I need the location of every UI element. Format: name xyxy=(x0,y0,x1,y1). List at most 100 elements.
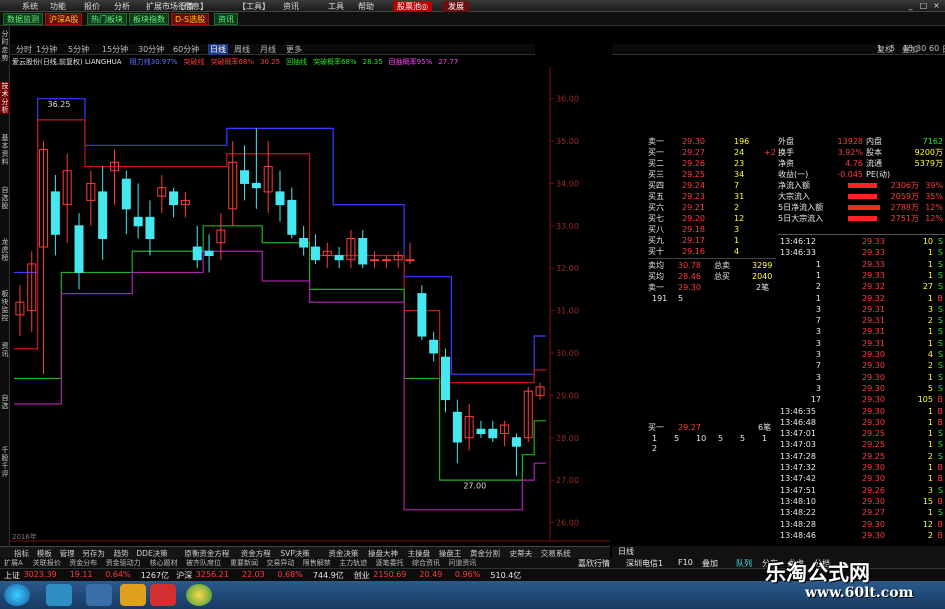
tick-row[interactable]: 3 29.31 3 S xyxy=(778,305,945,316)
kline-chart[interactable]: 36.00 35.00 34.00 33.00 32.00 31.00 30.00 29.00… xyxy=(10,67,610,542)
info-tab-5[interactable]: 被齐队席位 xyxy=(186,558,221,568)
candle-body[interactable] xyxy=(98,191,108,240)
period-tab-4[interactable]: 30分钟 xyxy=(138,44,164,55)
toolbar-button-4[interactable]: D-S选股 xyxy=(171,13,210,25)
tick-row[interactable]: 13:46:33 29.33 1 S xyxy=(778,248,945,259)
candle-body[interactable] xyxy=(381,259,391,262)
toolbar-button-0[interactable]: 数据监测 xyxy=(3,13,43,25)
left-tab-5[interactable]: 板块监控 xyxy=(0,290,10,322)
menu-item-0[interactable]: 系统 xyxy=(22,1,38,12)
candle-body[interactable] xyxy=(145,216,155,240)
info-tab-1[interactable]: 关联报价 xyxy=(33,558,61,568)
period-tab-7[interactable]: 周线 xyxy=(234,44,250,55)
candle-body[interactable] xyxy=(488,428,498,439)
tick-row[interactable]: 13:46:48 29.30 1 B xyxy=(778,418,945,429)
tick-row[interactable]: 3 29.30 5 S xyxy=(778,384,945,395)
candle-body[interactable] xyxy=(169,191,179,206)
candle-body[interactable] xyxy=(204,250,214,256)
candle-body[interactable] xyxy=(74,225,84,273)
info-tab-0[interactable]: 扩展A xyxy=(4,558,23,568)
tick-row[interactable]: 13:46:12 29.33 10 S xyxy=(778,237,945,248)
info-tab-6[interactable]: 重要新闻 xyxy=(230,558,258,568)
left-tab-1[interactable]: 技术分析 xyxy=(0,82,10,114)
info-tab-2[interactable]: 资金分布 xyxy=(69,558,97,568)
menu-promo[interactable]: 股票池◎ xyxy=(393,1,432,12)
candle-body[interactable] xyxy=(133,216,143,227)
left-tab-4[interactable]: 龙虎榜 xyxy=(0,238,10,262)
period-tab-9[interactable]: 更多 xyxy=(286,44,302,55)
info-tab-3[interactable]: 资金驱动力 xyxy=(106,558,141,568)
period-tab-5[interactable]: 60分钟 xyxy=(173,44,199,55)
tick-row[interactable]: 3 29.31 1 S xyxy=(778,327,945,338)
tick-row[interactable]: 13:47:03 29.25 1 S xyxy=(778,440,945,451)
tick-row[interactable]: 13:47:28 29.25 2 S xyxy=(778,452,945,463)
stock-app-icon[interactable] xyxy=(150,584,176,606)
menu-item-8[interactable]: 工具 xyxy=(328,1,344,12)
info-tab-9[interactable]: 主力轨迹 xyxy=(339,558,367,568)
candle-body[interactable] xyxy=(251,182,261,189)
info-tab-7[interactable]: 交易异动 xyxy=(266,558,294,568)
close-icon[interactable]: × xyxy=(931,0,942,11)
period-tab-6[interactable]: 日线 xyxy=(208,44,228,55)
candle-body[interactable] xyxy=(370,259,380,262)
candle-body[interactable] xyxy=(429,339,439,354)
candle-body[interactable] xyxy=(275,191,285,206)
start-button-icon[interactable] xyxy=(4,584,30,606)
tick-row[interactable]: 7 29.30 2 S xyxy=(778,361,945,372)
ie-icon[interactable] xyxy=(46,584,72,606)
menu-item-9[interactable]: 帮助 xyxy=(358,1,374,12)
tick-row[interactable]: 3 29.31 1 S xyxy=(778,339,945,350)
candle-body[interactable] xyxy=(511,437,521,447)
app-icon[interactable] xyxy=(120,584,146,606)
left-tab-2[interactable]: 基本资料 xyxy=(0,134,10,166)
candle-body[interactable] xyxy=(310,246,320,261)
tick-row[interactable]: 1 29.33 1 S xyxy=(778,260,945,271)
candle-body[interactable] xyxy=(334,254,344,261)
toolbar-button-5[interactable]: 资讯 xyxy=(214,13,238,25)
right-tool-4[interactable]: 60 xyxy=(929,44,939,53)
period-tab-1[interactable]: 1分钟 xyxy=(36,44,57,55)
menu-item-7[interactable]: 资讯 xyxy=(283,1,299,12)
left-tab-7[interactable]: 自选 xyxy=(0,394,10,410)
candle-body[interactable] xyxy=(121,178,131,210)
info-tab-4[interactable]: 核心题材 xyxy=(150,558,178,568)
left-tab-6[interactable]: 资讯 xyxy=(0,342,10,358)
candle-body[interactable] xyxy=(476,428,486,435)
tick-row[interactable]: 13:46:35 29.30 1 B xyxy=(778,407,945,418)
left-tab-3[interactable]: 自选股 xyxy=(0,186,10,210)
minimize-icon[interactable]: _ xyxy=(905,0,916,11)
tick-row[interactable]: 13:48:28 29.30 12 B xyxy=(778,520,945,531)
period-tab-8[interactable]: 月线 xyxy=(260,44,276,55)
switch-0[interactable]: F10 xyxy=(678,558,693,567)
candle-body[interactable] xyxy=(287,199,297,235)
info-tab-12[interactable]: 问道资讯 xyxy=(448,558,476,568)
candle-body[interactable] xyxy=(192,246,202,261)
maximize-icon[interactable]: □ xyxy=(918,0,929,11)
info-tab-8[interactable]: 限售解禁 xyxy=(303,558,331,568)
tick-row[interactable]: 13:48:10 29.30 15 B xyxy=(778,497,945,508)
right-tool-9[interactable]: 叠加 xyxy=(902,44,918,55)
tick-row[interactable]: 7 29.31 2 S xyxy=(778,316,945,327)
tick-row[interactable]: 13:48:46 29.30 2 B xyxy=(778,531,945,542)
candle-body[interactable] xyxy=(240,170,250,184)
candle-body[interactable] xyxy=(405,259,415,262)
tick-row[interactable]: 1 29.32 1 B xyxy=(778,294,945,305)
menu-item-2[interactable]: 报价 xyxy=(84,1,100,12)
tick-row[interactable]: 17 29.30 105 B xyxy=(778,395,945,406)
tick-row[interactable]: 13:47:01 29.25 1 S xyxy=(778,429,945,440)
chrome-icon[interactable] xyxy=(186,584,212,606)
tick-row[interactable]: 13:48:22 29.27 1 S xyxy=(778,508,945,519)
period-tab-2[interactable]: 5分钟 xyxy=(68,44,89,55)
candle-body[interactable] xyxy=(417,293,427,337)
toolbar-button-1[interactable]: 沪深A股 xyxy=(45,13,83,25)
tick-row[interactable]: 3 29.30 4 S xyxy=(778,350,945,361)
tick-row[interactable]: 13:47:51 29.26 3 S xyxy=(778,486,945,497)
toolbar-button-2[interactable]: 热门板块 xyxy=(87,13,127,25)
menu-item-3[interactable]: 分析 xyxy=(114,1,130,12)
right-tool-8[interactable]: 复权 xyxy=(877,44,893,55)
candle-body[interactable] xyxy=(452,411,462,443)
menu-item-5[interactable]: 【信息】 xyxy=(176,1,208,12)
info-tab-10[interactable]: 逐笔委托 xyxy=(376,558,404,568)
candle-body[interactable] xyxy=(299,238,309,248)
toolbar-button-3[interactable]: 板块指数 xyxy=(129,13,169,25)
